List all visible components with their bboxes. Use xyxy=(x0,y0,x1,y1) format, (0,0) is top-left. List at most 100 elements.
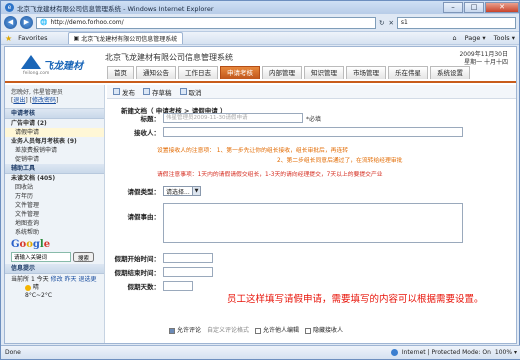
nav-tab-6[interactable]: 市场管理 xyxy=(346,66,386,79)
nav-tab-7[interactable]: 乐在伟星 xyxy=(388,66,428,79)
sidebar-item-apply-3[interactable]: 差旅费报销申请 xyxy=(5,146,104,155)
address-bar-row: ◀ ▶ 🌐 http://demo.forhoo.com/ ↻ ✕ s1 xyxy=(1,14,519,31)
page-icon: 🌐 xyxy=(40,19,48,26)
sidebar-apply-list: 广告申请 (2) 请假申请 业务人员每月考核表 (9) 差旅费报销申请 促销申请 xyxy=(5,119,104,164)
form-options: 允许评论 自定义评论格式 允许他人编辑 隐藏接收人 xyxy=(169,325,343,334)
custom-comment-link[interactable]: 自定义评论格式 xyxy=(207,325,249,334)
app-header: 飞龙建材 feilong.com 北京飞龙建材有限公司信息管理系统 2009年1… xyxy=(5,47,516,83)
days-input[interactable] xyxy=(163,281,193,291)
sidebar-item-tool-5[interactable]: 地图查询 xyxy=(5,219,104,228)
address-url: http://demo.forhoo.com/ xyxy=(50,19,124,26)
web-page: 飞龙建材 feilong.com 北京飞龙建材有限公司信息管理系统 2009年1… xyxy=(4,46,517,344)
sidebar-item-apply-2[interactable]: 业务人员每月考核表 (9) xyxy=(5,137,104,146)
checkbox-icon xyxy=(305,327,312,334)
nav-tab-0[interactable]: 首页 xyxy=(107,66,134,79)
sidebar-tools-list: 未读文档 (405) 回收站 万年历 文件管理 文件管理 地图查询 系统帮助 xyxy=(5,174,104,237)
sidebar-item-tool-1[interactable]: 回收站 xyxy=(5,183,104,192)
nav-tab-8[interactable]: 系统设置 xyxy=(430,66,470,79)
sidebar-item-tool-0[interactable]: 未读文档 (405) xyxy=(5,174,104,183)
date-info: 2009年11月30日 星期一 十月十四 xyxy=(459,51,508,67)
google-search-input[interactable] xyxy=(11,252,71,262)
checkbox-icon xyxy=(255,327,262,334)
start-time-label: 假期开始时间： xyxy=(114,255,161,263)
browser-search-input[interactable]: s1 xyxy=(396,16,516,29)
start-time-input[interactable] xyxy=(163,253,213,263)
receiver-note-1: 设置接收人的注意项： 1、第一步先让你的组长接收，组长审批后，再连转 xyxy=(157,148,349,154)
reason-textarea[interactable] xyxy=(163,203,463,243)
stop-icon[interactable]: ✕ xyxy=(388,19,393,27)
end-time-label: 假期结束时间： xyxy=(114,269,161,277)
allow-comment-checkbox[interactable]: 允许评论 xyxy=(169,325,201,334)
address-input[interactable]: 🌐 http://demo.forhoo.com/ xyxy=(36,16,376,29)
zoom-control[interactable]: 100% ▾ xyxy=(495,349,517,356)
status-left: Done xyxy=(5,349,21,356)
leave-type-label: 请假类型： xyxy=(127,188,161,196)
cancel-icon xyxy=(179,88,187,95)
sidebar-section-apply[interactable]: 申请考核 xyxy=(5,109,104,119)
allow-comment-label: 允许评论 xyxy=(177,327,202,334)
google-search-button[interactable]: 搜索 xyxy=(73,252,95,262)
weather-temp: 8°C~2°C xyxy=(25,292,53,299)
close-button[interactable]: ✕ xyxy=(485,1,519,13)
leave-type-select[interactable]: 请选择... ▼ xyxy=(163,186,201,196)
receiver-input[interactable] xyxy=(163,127,463,137)
weather-link-yesterday[interactable]: 昨天 xyxy=(65,276,77,283)
favorites-star-icon[interactable]: ★ xyxy=(5,34,12,43)
weather-link-edit[interactable]: 修改 xyxy=(51,276,63,283)
window-titlebar: e 北京飞龙建材有限公司信息管理系统 - Windows Internet Ex… xyxy=(1,1,519,14)
nav-tab-5[interactable]: 知识管理 xyxy=(304,66,344,79)
google-logo: Google xyxy=(11,239,51,250)
weather-link-more[interactable]: 退选更 xyxy=(78,276,96,283)
sidebar: 您晚好, 伟星管理员 [退出] [修改密码] 申请考核 广告申请 (2) 请假申请… xyxy=(5,85,105,343)
user-box: 您晚好, 伟星管理员 [退出] [修改密码] xyxy=(5,85,104,109)
forward-icon[interactable]: ▶ xyxy=(20,16,33,29)
hide-receiver-label: 隐藏接收人 xyxy=(313,327,344,334)
back-icon[interactable]: ◀ xyxy=(4,16,17,29)
browser-tab[interactable]: ▣ 北京飞龙建材有限公司信息管理系统 xyxy=(67,32,184,44)
weather-widget: 当前所 1 今天 修改 昨天 退选更 晴 8°C~2°C xyxy=(5,274,104,302)
weather-desc: 晴 xyxy=(32,284,39,291)
refresh-icon[interactable]: ↻ xyxy=(379,19,384,27)
sidebar-item-apply-0[interactable]: 广告申请 (2) xyxy=(5,119,104,128)
sidebar-section-tools[interactable]: 辅助工具 xyxy=(5,164,104,174)
home-icon[interactable]: ⌂ xyxy=(452,34,456,42)
weather-city: 当前所 xyxy=(11,276,30,283)
hide-receiver-checkbox[interactable]: 隐藏接收人 xyxy=(305,325,343,334)
favorites-button[interactable]: Favorites xyxy=(18,34,47,42)
logout-link[interactable]: 退出 xyxy=(13,97,25,104)
sidebar-item-tool-2[interactable]: 万年历 xyxy=(5,192,104,201)
leave-type-value: 请选择... xyxy=(166,188,190,196)
page-menu[interactable]: Page ▾ xyxy=(465,34,486,42)
tab-page-icon: ▣ xyxy=(73,35,80,42)
google-search-box: Google 搜索 xyxy=(5,237,104,264)
nav-tab-4[interactable]: 内部管理 xyxy=(262,66,302,79)
cancel-button[interactable]: 取消 xyxy=(179,87,202,97)
receiver-label: 接收人： xyxy=(134,129,160,137)
tools-menu[interactable]: Tools ▾ xyxy=(494,34,515,42)
allow-edit-checkbox[interactable]: 允许他人编辑 xyxy=(255,325,299,334)
end-time-input[interactable] xyxy=(163,267,213,277)
title-required-hint: *必填 xyxy=(306,115,322,123)
sidebar-item-apply-4[interactable]: 促销申请 xyxy=(5,155,104,164)
receiver-note-2: 2、第二步组长同意后通过了，在流转给经理审批 xyxy=(277,158,403,164)
annotation-overlay: 员工这样填写请假申请，需要填写的内容可以根据需要设置。 xyxy=(227,294,484,305)
sidebar-section-info[interactable]: 信息提示 xyxy=(5,264,104,274)
cancel-label: 取消 xyxy=(188,88,202,97)
main-content: 发布 存草稿 取消 新建文档（ 申请考核 > 请假申请 ） 标题： 伟星管理员2… xyxy=(107,85,516,343)
minimize-button[interactable]: – xyxy=(443,1,463,13)
sidebar-item-tool-6[interactable]: 系统帮助 xyxy=(5,228,104,237)
favorites-bar: ★ Favorites ▣ 北京飞龙建材有限公司信息管理系统 ⌂ Page ▾ … xyxy=(1,31,519,45)
sidebar-item-apply-1[interactable]: 请假申请 xyxy=(5,128,104,137)
change-password-link[interactable]: 修改密码 xyxy=(32,97,56,104)
maximize-button[interactable]: □ xyxy=(464,1,484,13)
sidebar-item-tool-3[interactable]: 文件管理 xyxy=(5,201,104,210)
nav-tab-1[interactable]: 通知公告 xyxy=(136,66,176,79)
publish-button[interactable]: 发布 xyxy=(113,87,135,97)
nav-tab-3[interactable]: 申请考核 xyxy=(220,66,260,79)
company-logo: 飞龙建材 feilong.com xyxy=(17,51,87,77)
title-input[interactable]: 伟星管理员2009-11-30请假申请 xyxy=(163,113,303,123)
sidebar-item-tool-4[interactable]: 文件管理 xyxy=(5,210,104,219)
window-title: 北京飞龙建材有限公司信息管理系统 - Windows Internet Expl… xyxy=(17,4,214,13)
nav-tab-2[interactable]: 工作日志 xyxy=(178,66,218,79)
save-draft-button[interactable]: 存草稿 xyxy=(143,87,172,97)
